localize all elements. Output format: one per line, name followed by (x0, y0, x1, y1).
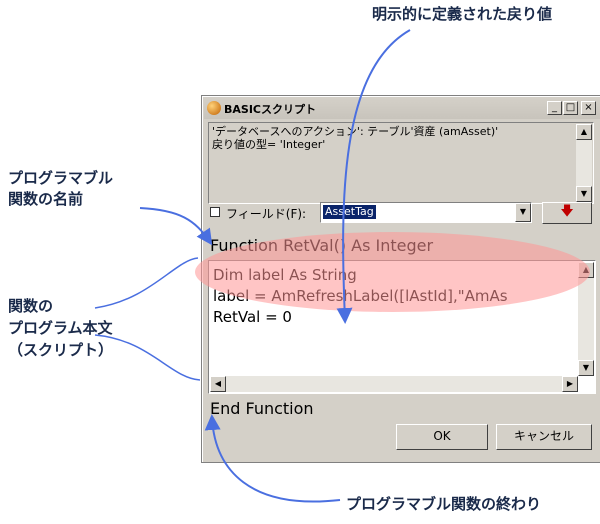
arrow-function-end (204, 414, 341, 503)
arrow-function-name (139, 207, 213, 246)
callout-arrows (94, 29, 411, 503)
arrow-body-bottom (94, 334, 201, 381)
arrow-return-value (336, 29, 411, 324)
arrow-body-top (94, 257, 199, 309)
